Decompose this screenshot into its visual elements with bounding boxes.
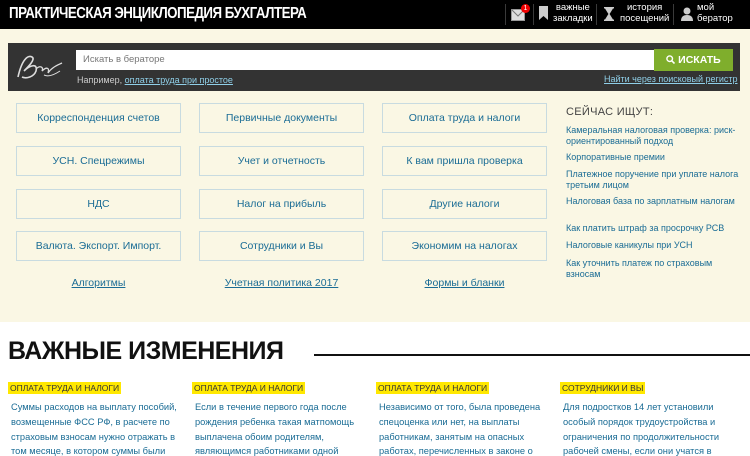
news-tag[interactable]: СОТРУДНИКИ И ВЫ bbox=[560, 382, 646, 394]
category-button[interactable]: УСН. Спецрежимы bbox=[16, 146, 181, 176]
accounting-policy-link[interactable]: Учетная политика 2017 bbox=[199, 277, 364, 289]
berator-logo[interactable] bbox=[14, 49, 66, 85]
category-button[interactable]: НДС bbox=[16, 189, 181, 219]
category-button[interactable]: Валюта. Экспорт. Импорт. bbox=[16, 231, 181, 261]
user-icon[interactable] bbox=[681, 7, 693, 26]
now-searching-title: СЕЙЧАС ИЩУТ: bbox=[566, 106, 654, 118]
news-text[interactable]: Для подростков 14 лет установили особый … bbox=[563, 400, 738, 456]
search-example: Например, оплата труда при простое bbox=[77, 75, 233, 85]
example-prefix: Например, bbox=[77, 75, 123, 85]
news-text[interactable]: Независимо от того, была проведена спецо… bbox=[379, 400, 554, 456]
now-searching-item[interactable]: Как платить штраф за просрочку РСВ bbox=[566, 223, 742, 234]
category-button[interactable]: К вам пришла проверка bbox=[382, 146, 547, 176]
search-button-label: ИСКАТЬ bbox=[678, 54, 721, 66]
top-divider bbox=[673, 4, 674, 25]
news-tag[interactable]: ОПЛАТА ТРУДА И НАЛОГИ bbox=[8, 382, 122, 394]
profile-label: мой бератор bbox=[697, 2, 733, 24]
news-tag[interactable]: ОПЛАТА ТРУДА И НАЛОГИ bbox=[376, 382, 490, 394]
bookmarks-label: важные закладки bbox=[553, 2, 593, 24]
search-input[interactable]: Искать в бераторе bbox=[76, 50, 654, 70]
forms-link[interactable]: Формы и бланки bbox=[382, 277, 547, 289]
news-tag[interactable]: ОПЛАТА ТРУДА И НАЛОГИ bbox=[192, 382, 306, 394]
top-divider bbox=[596, 4, 597, 25]
search-button[interactable]: ИСКАТЬ bbox=[654, 49, 733, 71]
history-label: история посещений bbox=[620, 2, 670, 24]
top-divider bbox=[505, 4, 506, 25]
hourglass-icon[interactable] bbox=[604, 7, 614, 26]
algorithms-link[interactable]: Алгоритмы bbox=[16, 277, 181, 289]
category-button[interactable]: Сотрудники и Вы bbox=[199, 231, 364, 261]
title-divider bbox=[314, 354, 750, 356]
bookmark-icon[interactable] bbox=[539, 6, 548, 25]
category-button[interactable]: Учет и отчетность bbox=[199, 146, 364, 176]
category-button[interactable]: Экономим на налогах bbox=[382, 231, 547, 261]
top-divider bbox=[533, 4, 534, 25]
category-button[interactable]: Налог на прибыль bbox=[199, 189, 364, 219]
news-text[interactable]: Суммы расходов на выплату пособий, возме… bbox=[11, 400, 186, 456]
now-searching-item[interactable]: Корпоративные премии bbox=[566, 152, 742, 163]
category-button[interactable]: Первичные документы bbox=[199, 103, 364, 133]
now-searching-item[interactable]: Платежное поручение при уплате налога тр… bbox=[566, 169, 742, 190]
category-button[interactable]: Корреспонденция счетов bbox=[16, 103, 181, 133]
now-searching-item[interactable]: Камеральная налоговая проверка: риск-ори… bbox=[566, 125, 742, 146]
site-title[interactable]: ПРАКТИЧЕСКАЯ ЭНЦИКЛОПЕДИЯ БУХГАЛТЕРА bbox=[9, 5, 307, 23]
search-icon bbox=[666, 55, 676, 65]
notification-badge: 1 bbox=[521, 4, 530, 13]
history-link[interactable]: история посещений bbox=[620, 2, 670, 24]
category-button[interactable]: Другие налоги bbox=[382, 189, 547, 219]
example-link[interactable]: оплата труда при простое bbox=[125, 75, 233, 85]
profile-link[interactable]: мой бератор bbox=[697, 2, 733, 24]
category-button[interactable]: Оплата труда и налоги bbox=[382, 103, 547, 133]
now-searching-item[interactable]: Налоговая база по зарплатным налогам bbox=[566, 196, 742, 207]
now-searching-item[interactable]: Как уточнить платеж по страховым взносам bbox=[566, 258, 742, 279]
bookmarks-link[interactable]: важные закладки bbox=[553, 2, 593, 24]
now-searching-item[interactable]: Налоговые каникулы при УСН bbox=[566, 240, 742, 251]
changes-title: ВАЖНЫЕ ИЗМЕНЕНИЯ bbox=[8, 337, 284, 365]
news-text[interactable]: Если в течение первого года после рожден… bbox=[195, 400, 370, 456]
search-register-link[interactable]: Найти через поисковый регистр bbox=[604, 74, 738, 84]
